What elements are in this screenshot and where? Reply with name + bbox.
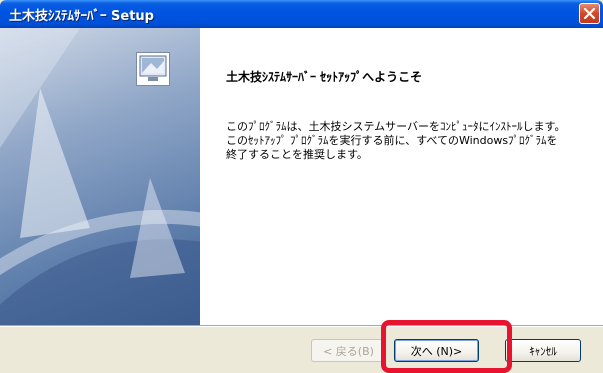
description-line-2: このｾｯﾄｱｯﾌﾟ ﾌﾟﾛｸﾞﾗﾑを実行する前に、すべてのWindowsﾌﾟﾛｸ…	[226, 134, 558, 147]
wizard-side-graphic	[0, 28, 200, 325]
title-bar[interactable]: 土木技ｼｽﾃﾑｻｰﾊﾞｰ Setup	[0, 0, 603, 28]
wizard-content: 土木技ｼｽﾃﾑｻｰﾊﾞｰ ｾｯﾄｱｯﾌﾟへようこそ このﾌﾟﾛｸﾞﾗﾑは、土木技…	[200, 28, 603, 325]
wizard-banner-image	[0, 28, 200, 325]
back-button[interactable]: < 戻る(B)	[311, 339, 386, 362]
next-button-highlight-box	[381, 320, 512, 373]
cancel-button[interactable]: ｷｬﾝｾﾙ	[505, 339, 581, 362]
close-button[interactable]	[579, 3, 600, 24]
wizard-heading: 土木技ｼｽﾃﾑｻｰﾊﾞｰ ｾｯﾄｱｯﾌﾟへようこそ	[226, 70, 423, 84]
setup-computer-icon	[136, 52, 170, 86]
description-line-3: 終了することを推奨します。	[226, 148, 368, 161]
description-line-1: このﾌﾟﾛｸﾞﾗﾑは、土木技システムサーバーをｺﾝﾋﾟｭｰﾀにｲﾝｽﾄｰﾙします…	[226, 120, 566, 133]
wizard-description: このﾌﾟﾛｸﾞﾗﾑは、土木技システムサーバーをｺﾝﾋﾟｭｰﾀにｲﾝｽﾄｰﾙします…	[226, 120, 591, 162]
setup-window: 土木技ｼｽﾃﾑｻｰﾊﾞｰ Setup 土木技ｼｽﾃﾑｻｰﾊﾞｰ ｾｯﾄｱｯﾌﾟへ…	[0, 0, 603, 373]
footer-separator	[0, 325, 603, 327]
close-icon	[583, 7, 596, 20]
window-title: 土木技ｼｽﾃﾑｻｰﾊﾞｰ Setup	[9, 9, 154, 24]
